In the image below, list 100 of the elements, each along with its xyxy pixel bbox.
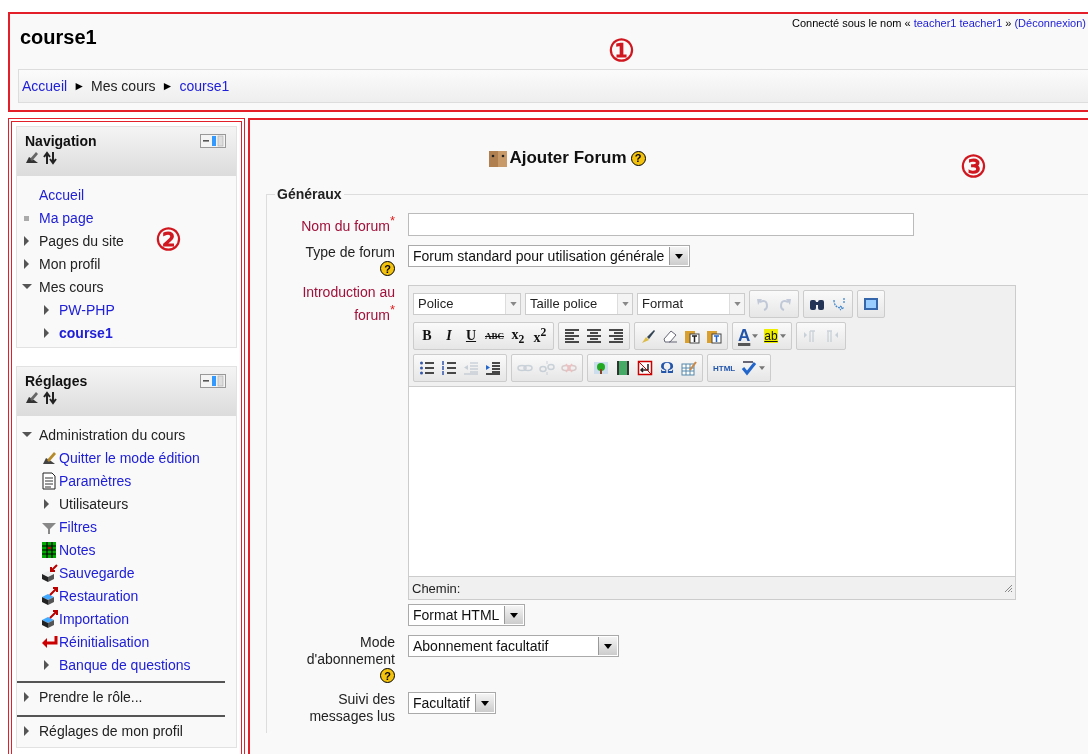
format-select[interactable]: Format HTML: [408, 604, 526, 626]
edit-icon[interactable]: [25, 151, 39, 165]
nav-item[interactable]: Mon profil: [39, 255, 101, 272]
field-label: Mode d'abonnement: [305, 634, 395, 668]
nav-link[interactable]: Réinitialisation: [59, 633, 150, 650]
toolbar-button[interactable]: B: [416, 325, 438, 347]
section-legend: Généraux: [275, 186, 344, 202]
callout-number: ③: [960, 152, 987, 182]
brush-icon: [640, 328, 656, 344]
return-arrow-icon: [41, 634, 59, 649]
toolbar-button[interactable]: x$_{2}$: [507, 325, 529, 347]
nav-item[interactable]: Prendre le rôle...: [39, 688, 143, 705]
nav-link[interactable]: Paramètres: [59, 472, 132, 489]
nav-link[interactable]: Ma page: [39, 209, 94, 226]
toolbar-dropdown[interactable]: Police: [413, 293, 521, 315]
nav-item[interactable]: Utilisateurs: [59, 495, 129, 512]
paragraph-right-icon: [801, 328, 818, 344]
document-icon: [41, 471, 57, 490]
toolbar-button[interactable]: HTML: [710, 357, 739, 379]
numbered-list-icon: [441, 360, 457, 376]
toolbar-button[interactable]: x$^{2}$: [529, 325, 551, 347]
paste-text-icon: [684, 328, 700, 344]
callout-number: ②: [155, 225, 182, 255]
breadcrumb-link[interactable]: course1: [179, 78, 230, 94]
nav-link[interactable]: Quitter le mode édition: [59, 449, 200, 466]
page-title: course1: [20, 26, 97, 49]
align-right-icon: [608, 328, 624, 344]
nav-item[interactable]: Administration du cours: [39, 426, 186, 443]
paste-word-icon: [706, 328, 722, 344]
help-icon[interactable]: ?: [380, 261, 395, 276]
nav-item[interactable]: Mes cours: [39, 278, 104, 295]
toolbar-button[interactable]: U: [460, 325, 482, 347]
box-arrow-in-icon: [41, 563, 59, 582]
field-label: Suivi des messages lus: [308, 691, 395, 725]
forum-icon: [488, 148, 509, 168]
move-icon[interactable]: [43, 391, 57, 405]
nav-link[interactable]: Banque de questions: [59, 656, 191, 673]
select-field[interactable]: Forum standard pour utilisation générale: [408, 245, 691, 267]
nav-item[interactable]: Réglages de mon profil: [39, 722, 183, 739]
login-link[interactable]: (Déconnexion): [1014, 17, 1086, 29]
redo-icon: [777, 296, 793, 312]
eraser-icon: [662, 328, 678, 344]
align-left-icon: [564, 328, 580, 344]
block-title: Navigation: [25, 133, 97, 149]
replace-icon: [831, 296, 847, 312]
select-field[interactable]: Facultatif: [408, 692, 496, 714]
editor-path: Chemin:: [412, 580, 461, 596]
nav-link[interactable]: Filtres: [59, 518, 98, 535]
pencil-icon: [41, 449, 57, 466]
block-title: Réglages: [25, 373, 88, 389]
nav-link[interactable]: Accueil: [39, 186, 85, 203]
nav-link[interactable]: PW-PHP: [59, 301, 115, 318]
film-icon: [615, 360, 631, 376]
nav-link[interactable]: Restauration: [59, 587, 139, 604]
outdent-icon: [463, 360, 479, 376]
fullscreen-icon: [863, 296, 879, 312]
breadcrumb-item[interactable]: Mes cours: [91, 78, 156, 94]
login-link[interactable]: teacher1 teacher1: [913, 17, 1003, 29]
breadcrumb-separator: ►: [161, 79, 174, 93]
login-text: Connecté sous le nom «: [792, 17, 911, 29]
nav-item[interactable]: Pages du site: [39, 232, 124, 249]
spreadsheet-icon: [41, 540, 57, 559]
caret-icon: [675, 253, 684, 259]
text-input[interactable]: [408, 213, 914, 236]
caret-icon: [604, 643, 612, 649]
toolbar-dropdown[interactable]: Taille police: [525, 293, 633, 315]
toolbar-dropdown[interactable]: Format: [637, 293, 745, 315]
breadcrumb-link[interactable]: Accueil: [22, 78, 68, 94]
toolbar-button[interactable]: Ω: [656, 357, 678, 379]
undo-icon: [755, 296, 771, 312]
dock-icon[interactable]: [200, 374, 226, 388]
box-arrow-out-icon: [41, 586, 59, 605]
bulleted-list-icon: [419, 360, 435, 376]
dock-icon[interactable]: [200, 134, 226, 148]
field-label: Type de forum: [304, 244, 395, 261]
move-icon[interactable]: [43, 151, 57, 165]
help-icon[interactable]: ?: [630, 150, 646, 166]
toolbar-button[interactable]: I: [438, 325, 460, 347]
nav-link[interactable]: Sauvegarde: [59, 564, 135, 581]
caret-icon: [480, 700, 489, 706]
help-icon[interactable]: ?: [380, 668, 395, 683]
caret-icon: [621, 302, 629, 306]
table-icon: [681, 360, 697, 376]
return-arrow-icon: [637, 360, 653, 376]
edit-icon[interactable]: [25, 391, 39, 405]
caret-icon: [509, 302, 517, 306]
breadcrumb-separator: ►: [73, 79, 86, 93]
select-field[interactable]: Abonnement facultatif: [408, 635, 619, 657]
resize-grip-icon[interactable]: [1003, 583, 1013, 593]
toolbar-button[interactable]: ab: [761, 325, 789, 347]
caret-icon: [733, 302, 741, 306]
nav-link[interactable]: Notes: [59, 541, 96, 558]
box-arrow-out-icon: [41, 609, 59, 628]
toolbar-button[interactable]: ABC: [482, 325, 507, 347]
nav-link[interactable]: course1: [59, 324, 113, 341]
indent-icon: [485, 360, 501, 376]
toolbar-button[interactable]: A: [735, 325, 762, 347]
login-text: »: [1005, 17, 1012, 29]
image-icon: [593, 360, 609, 376]
nav-link[interactable]: Importation: [59, 610, 130, 627]
